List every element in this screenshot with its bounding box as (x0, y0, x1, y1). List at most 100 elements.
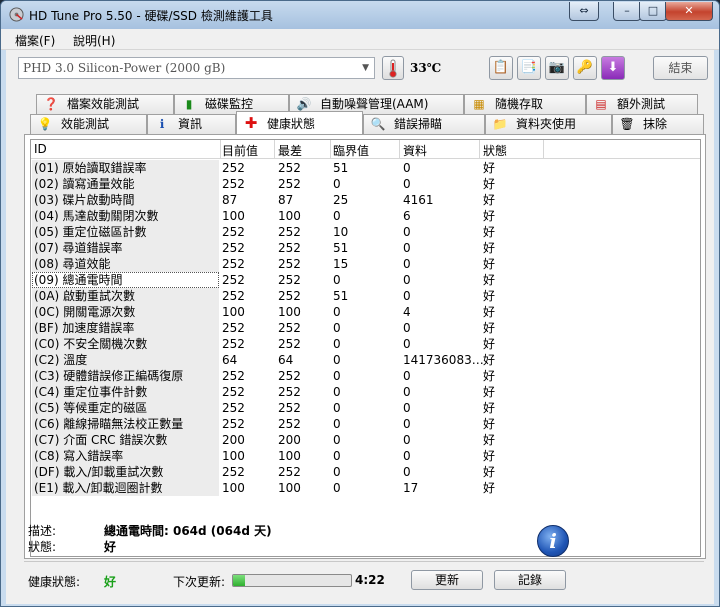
col-worst-header[interactable]: 最差 (278, 142, 302, 159)
copy-screen-button[interactable]: 📑 (517, 56, 541, 80)
copy-screen-icon: 📑 (520, 60, 538, 75)
table-row[interactable]: (01) 原始讀取錯誤率 252 252 51 0 好 (31, 160, 700, 176)
raw-data-value: 0 (403, 449, 411, 463)
tab-random-access[interactable]: ▦ 隨機存取 (464, 94, 586, 114)
description-value: 總通電時間: 064d (064d 天) (104, 524, 272, 538)
status-label: 狀態: (28, 540, 57, 554)
status-value: 好 (483, 337, 496, 351)
table-row[interactable]: (04) 馬達啟動關閉次數 100 100 0 6 好 (31, 208, 700, 224)
tab-extra-tests[interactable]: ▤ 額外測試 (586, 94, 698, 114)
table-row[interactable]: (C3) 硬體錯誤修正編碼復原 252 252 0 0 好 (31, 368, 700, 384)
table-row[interactable]: (C8) 寫入錯誤率 100 100 0 0 好 (31, 448, 700, 464)
attr-id: (C2) 溫度 (32, 352, 219, 368)
info-icon[interactable]: i (537, 525, 569, 557)
menu-help[interactable]: 說明(H) (73, 32, 115, 49)
help-button[interactable]: ⇔ (569, 2, 599, 21)
tab-health-label: 健康狀態 (267, 117, 316, 131)
tab-info[interactable]: ℹ 資訊 (147, 114, 236, 134)
table-row[interactable]: (02) 讀寫通量效能 252 252 0 0 好 (31, 176, 700, 192)
table-row[interactable]: (0C) 開關電源次數 100 100 0 4 好 (31, 304, 700, 320)
minimize-button[interactable]: – (613, 2, 641, 21)
col-threshold-header[interactable]: 臨界值 (333, 142, 369, 159)
status-value: 好 (483, 209, 496, 223)
worst-value: 252 (278, 465, 301, 479)
table-row[interactable]: (03) 碟片啟動時間 87 87 25 4161 好 (31, 192, 700, 208)
table-row[interactable]: (E1) 載入/卸載迴圈計數 100 100 0 17 好 (31, 480, 700, 496)
refresh-button[interactable]: 更新 (411, 570, 483, 590)
worst-value: 252 (278, 273, 301, 287)
col-current-header[interactable]: 目前值 (222, 142, 258, 159)
temperature-button[interactable] (382, 56, 404, 80)
copy-text-button[interactable]: 📋 (489, 56, 513, 80)
worst-value: 252 (278, 321, 301, 335)
col-data-header[interactable]: 資料 (403, 142, 427, 159)
attr-id: (C6) 離線掃瞄無法校正數量 (32, 416, 219, 432)
threshold-value: 0 (333, 321, 341, 335)
table-row[interactable]: (C6) 離線掃瞄無法校正數量 252 252 0 0 好 (31, 416, 700, 432)
raw-data-value: 6 (403, 209, 411, 223)
col-id-header[interactable]: ID (34, 142, 47, 156)
table-row[interactable]: (C2) 溫度 64 64 0 141736083… 好 (31, 352, 700, 368)
table-row[interactable]: (BF) 加速度錯誤率 252 252 0 0 好 (31, 320, 700, 336)
table-row[interactable]: (09) 總通電時間 252 252 0 0 好 (31, 272, 700, 288)
current-value: 64 (222, 353, 238, 367)
tab-file-benchmark[interactable]: ❓ 檔案效能測試 (36, 94, 174, 114)
status-value: 好 (483, 321, 496, 335)
countdown-value: 4:22 (355, 573, 385, 587)
table-row[interactable]: (05) 重定位磁區計數 252 252 10 0 好 (31, 224, 700, 240)
exit-button[interactable]: 結束 (653, 56, 708, 80)
app-disk-icon (9, 7, 24, 22)
worst-value: 100 (278, 481, 301, 495)
download-button[interactable]: ⬇ (601, 56, 625, 80)
threshold-value: 0 (333, 209, 341, 223)
table-row[interactable]: (07) 尋道錯誤率 252 252 51 0 好 (31, 240, 700, 256)
table-row[interactable]: (C0) 不安全關機次數 252 252 0 0 好 (31, 336, 700, 352)
menu-file[interactable]: 檔案(F) (15, 32, 55, 49)
title-bar[interactable]: HD Tune Pro 5.50 - 硬碟/SSD 檢測維護工具 ⇔ – □ ✕ (1, 1, 719, 29)
table-row[interactable]: (08) 尋道效能 252 252 15 0 好 (31, 256, 700, 272)
client-area: PHD 3.0 Silicon-Power (2000 gB) ▼ 33℃ 📋 … (6, 50, 714, 604)
status-value: 好 (483, 417, 496, 431)
options-button[interactable]: 🔑 (573, 56, 597, 80)
smart-table[interactable]: ID 目前值 最差 臨界值 資料 狀態 (01) 原始讀取錯誤率 252 252 51… (30, 139, 701, 557)
threshold-value: 0 (333, 273, 341, 287)
current-value: 252 (222, 241, 245, 255)
tab-erase[interactable]: 🗑 抹除 (612, 114, 704, 134)
current-value: 100 (222, 449, 245, 463)
table-row[interactable]: (DF) 載入/卸載重試次數 252 252 0 0 好 (31, 464, 700, 480)
maximize-button[interactable]: □ (639, 2, 667, 21)
threshold-value: 15 (333, 257, 349, 271)
attr-id: (0A) 啟動重試次數 (32, 288, 219, 304)
table-row[interactable]: (C5) 等候重定的磁區 252 252 0 0 好 (31, 400, 700, 416)
close-button[interactable]: ✕ (665, 2, 713, 21)
tab-extra-tests-label: 額外測試 (617, 97, 666, 111)
raw-data-value: 141736083… (403, 353, 484, 367)
attr-id: (C3) 硬體錯誤修正編碼復原 (32, 368, 219, 384)
status-value: 好 (483, 289, 496, 303)
tab-error-scan[interactable]: 🔍 錯誤掃瞄 (363, 114, 485, 134)
drive-dropdown[interactable]: PHD 3.0 Silicon-Power (2000 gB) ▼ (18, 57, 375, 79)
health-cross-icon: ✚ (244, 114, 258, 132)
tab-benchmark[interactable]: 💡 效能測試 (30, 114, 147, 134)
tab-health[interactable]: ✚ 健康狀態 (236, 111, 363, 134)
screenshot-button[interactable]: 📷 (545, 56, 569, 80)
table-row[interactable]: (C7) 介面 CRC 錯誤次數 200 200 0 0 好 (31, 432, 700, 448)
attr-id: (02) 讀寫通量效能 (32, 176, 219, 192)
threshold-value: 10 (333, 225, 349, 239)
current-value: 252 (222, 257, 245, 271)
log-button[interactable]: 記錄 (494, 570, 566, 590)
threshold-value: 0 (333, 481, 341, 495)
trash-icon: 🗑 (619, 117, 635, 131)
col-status-header[interactable]: 狀態 (483, 142, 507, 159)
drive-dropdown-value: PHD 3.0 Silicon-Power (2000 gB) (23, 61, 226, 75)
camera-icon: 📷 (548, 60, 566, 75)
attr-id: (09) 總通電時間 (32, 272, 219, 288)
tab-folder-usage[interactable]: 📁 資料夾使用 (485, 114, 612, 134)
table-row[interactable]: (C4) 重定位事件計數 252 252 0 0 好 (31, 384, 700, 400)
raw-data-value: 0 (403, 433, 411, 447)
threshold-value: 0 (333, 449, 341, 463)
status-value: 好 (483, 465, 496, 479)
table-row[interactable]: (0A) 啟動重試次數 252 252 51 0 好 (31, 288, 700, 304)
random-access-icon: ▦ (473, 97, 485, 111)
raw-data-value: 0 (403, 289, 411, 303)
